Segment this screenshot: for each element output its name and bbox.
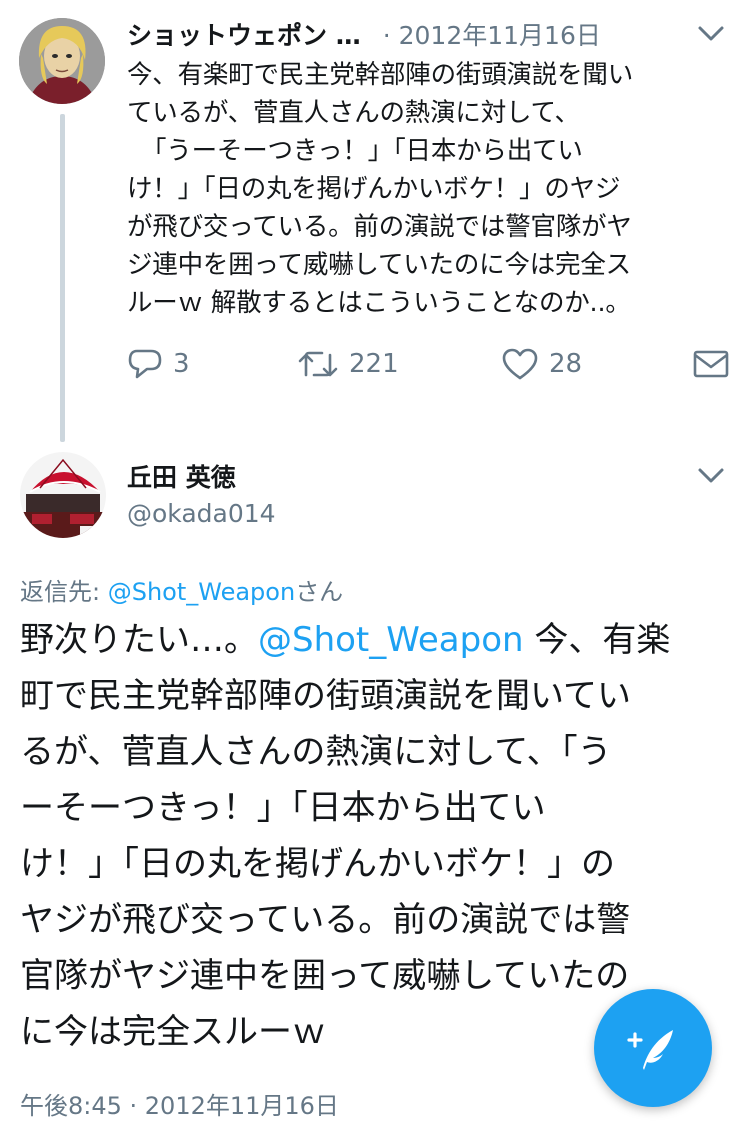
parent-tweet-date[interactable]: · 2012年11月16日 [383, 16, 601, 52]
reply-icon [127, 347, 163, 381]
reply-text-prefix: 野次りたい…。 [20, 620, 258, 660]
replying-to-suffix: さん [295, 578, 344, 606]
parent-text-line: け！」「日の丸を掲げんかいボケ！」のヤジ [127, 174, 621, 204]
reply-text-suffix: 今、有楽 [523, 620, 671, 660]
chevron-down-icon[interactable] [696, 466, 726, 486]
tweet-detail-screen: ショットウェポン … · 2012年11月16日 今、有楽町で民主党幹部陣の街頭… [0, 0, 750, 1141]
reply-text-line: 野次りたい…。@Shot_Weapon 今、有楽 [20, 612, 720, 668]
reply-avatar[interactable] [20, 452, 106, 538]
parent-text-line: が飛び交っている。前の演説では警官隊がヤ [127, 212, 632, 242]
heart-icon [501, 347, 539, 381]
reply-handle[interactable]: @okada014 [127, 499, 276, 528]
parent-text-line: ているが、菅直人さんの熱演に対して、 [127, 98, 580, 128]
thread-connector-line [60, 114, 65, 442]
replying-to-line: 返信先: @Shot_Weaponさん [20, 572, 343, 607]
reply-count: 3 [173, 349, 190, 379]
retweet-icon [297, 347, 339, 381]
reply-text-line: ヤジが飛び交っている。前の演説では警 [20, 900, 631, 940]
reply-text-line: るが、菅直人さんの熱演に対して、「う [20, 732, 612, 772]
reply-body-mention[interactable]: @Shot_Weapon [258, 620, 524, 660]
parent-avatar[interactable] [19, 18, 105, 104]
reply-display-name[interactable]: 丘田 英徳 [127, 458, 236, 494]
parent-text-line: ジ連中を囲って威嚇していたのに今は完全ス [127, 250, 631, 280]
replying-to-mention[interactable]: @Shot_Weapon [108, 578, 295, 606]
like-button[interactable]: 28 [501, 342, 582, 386]
reply-tweet-text: 野次りたい…。@Shot_Weapon 今、有楽 町で民主党幹部陣の街頭演説を聞… [20, 612, 720, 1060]
retweet-button[interactable]: 221 [297, 342, 399, 386]
replying-to-prefix: 返信先: [20, 578, 108, 606]
direct-message-button[interactable] [693, 342, 729, 386]
parent-tweet-header: ショットウェポン … · 2012年11月16日 [127, 14, 667, 54]
parent-text-line: 「うーそーつきっ！」「日本から出てい [141, 136, 583, 166]
reply-text-line: 町で民主党幹部陣の街頭演説を聞いてい [20, 676, 631, 716]
compose-tweet-button[interactable] [594, 989, 712, 1107]
compose-tweet-icon [623, 1018, 683, 1078]
parent-text-line: 今、有楽町で民主党幹部陣の街頭演説を聞い [127, 60, 634, 90]
reply-text-line: け！」「日の丸を掲げんかいボケ！」の [20, 844, 615, 884]
tweet-action-bar: 3 221 28 [127, 342, 729, 386]
parent-tweet-text: 今、有楽町で民主党幹部陣の街頭演説を聞い ているが、菅直人さんの熱演に対して、 … [127, 56, 717, 322]
envelope-icon [693, 348, 729, 380]
parent-display-name[interactable]: ショットウェポン … [127, 16, 361, 52]
like-count: 28 [549, 349, 583, 379]
parent-text-line: ルーｗ 解散するとはこういうことなのか..。 [127, 288, 631, 318]
chevron-down-icon[interactable] [696, 24, 726, 44]
retweet-count: 221 [349, 349, 399, 379]
reply-button[interactable]: 3 [127, 342, 190, 386]
reply-text-line: ーそーつきっ！」「日本から出てい [20, 788, 546, 828]
reply-timestamp: 午後8:45 · 2012年11月16日 [20, 1092, 339, 1120]
reply-text-line: 官隊がヤジ連中を囲って威嚇していたの [20, 956, 630, 996]
